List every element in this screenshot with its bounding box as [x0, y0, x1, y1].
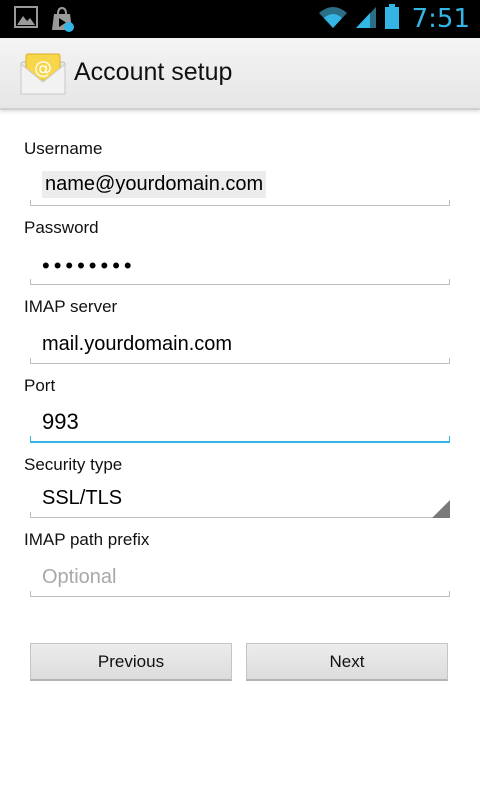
system-icons: 7:51	[318, 0, 470, 38]
username-label: Username	[24, 139, 103, 158]
password-underline	[30, 279, 450, 285]
wifi-icon	[318, 5, 348, 34]
page-title: Account setup	[74, 58, 233, 86]
password-field[interactable]: ••••••••	[30, 253, 450, 285]
imap-path-prefix-field[interactable]: Optional	[30, 566, 450, 597]
imap-server-value: mail.yourdomain.com	[42, 333, 233, 355]
security-type-underline	[30, 512, 450, 518]
port-value: 993	[42, 409, 79, 434]
imap-server-underline	[30, 358, 450, 364]
password-value: ••••••••	[42, 253, 136, 278]
notification-icons	[14, 6, 76, 37]
action-bar: @ Account setup	[0, 38, 480, 110]
port-field[interactable]: 993	[30, 409, 450, 443]
signal-icon	[354, 5, 378, 34]
imap-path-prefix-underline	[30, 591, 450, 597]
status-bar: 7:51	[0, 0, 480, 38]
security-type-label: Security type	[24, 455, 123, 474]
battery-icon	[384, 3, 400, 35]
svg-text:@: @	[34, 58, 52, 79]
email-icon: @	[20, 52, 66, 96]
gallery-icon	[14, 6, 38, 37]
username-underline	[30, 200, 450, 206]
imap-path-prefix-placeholder: Optional	[42, 566, 117, 588]
security-type-value: SSL/TLS	[42, 487, 123, 509]
security-type-spinner[interactable]: SSL/TLS	[30, 487, 450, 518]
imap-server-field[interactable]: mail.yourdomain.com	[30, 333, 450, 364]
dropdown-arrow-icon	[432, 500, 450, 518]
username-value: name@yourdomain.com	[42, 171, 267, 198]
port-underline	[30, 436, 450, 443]
imap-server-label: IMAP server	[24, 297, 118, 316]
previous-button[interactable]: Previous	[30, 643, 232, 681]
username-field[interactable]: name@yourdomain.com	[30, 171, 450, 206]
play-store-icon	[50, 6, 76, 37]
port-label: Port	[24, 376, 56, 395]
imap-path-prefix-label: IMAP path prefix	[24, 530, 150, 549]
next-button[interactable]: Next	[246, 643, 448, 681]
password-label: Password	[24, 218, 99, 237]
clock: 7:51	[411, 4, 470, 34]
